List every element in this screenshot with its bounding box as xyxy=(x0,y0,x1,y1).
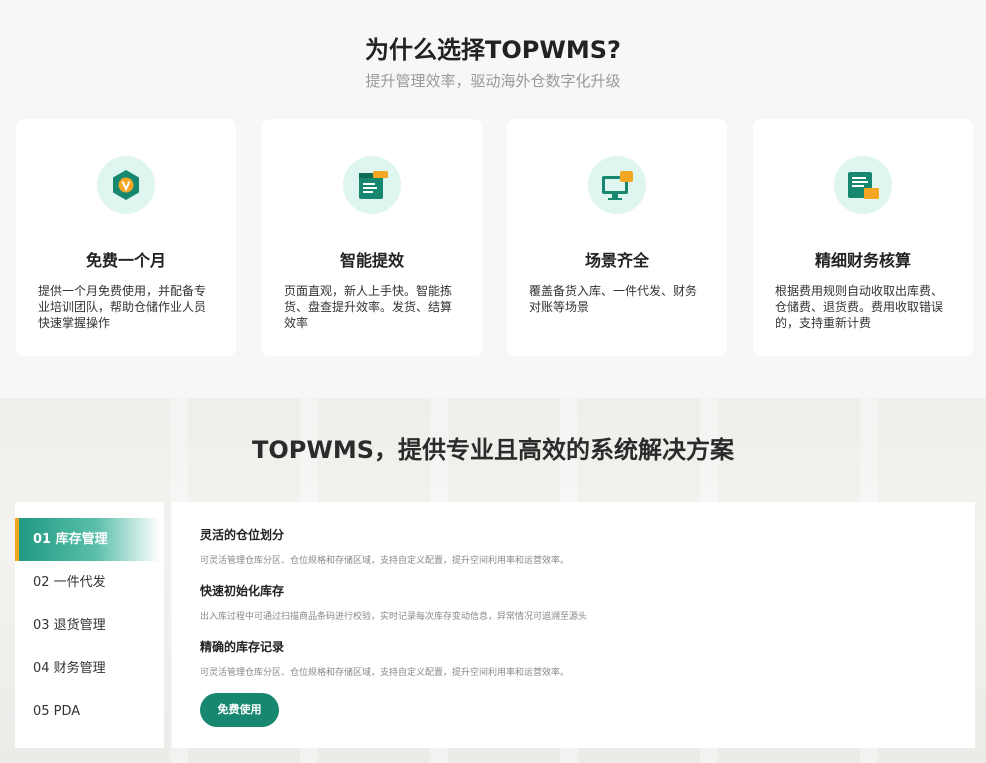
why-choose-section: 为什么选择TOPWMS? 提升管理效率，驱动海外仓数字化升级 免费一个月 提供一… xyxy=(0,0,986,398)
solution-panel: 灵活的仓位划分 可灵活管理仓库分区、仓位规格和存储区域，支持自定义配置，提升空间… xyxy=(172,502,975,748)
card-desc: 根据费用规则自动收取出库费、仓储费、退货费。费用收取错误的，支持重新计费 xyxy=(775,284,944,330)
feature-card-free-month: 免费一个月 提供一个月免费使用，并配备专业培训团队，帮助仓储作业人员快速掌握操作 xyxy=(16,119,236,356)
feature-desc: 可灵活管理仓库分区、仓位规格和存储区域，支持自定义配置，提升空间利用率和运营效率… xyxy=(200,668,570,678)
tab-pda[interactable]: 05 PDA xyxy=(15,690,164,733)
card-title: 场景齐全 xyxy=(584,251,649,270)
feature-title: 灵活的仓位划分 xyxy=(200,528,285,542)
tab-inventory-management[interactable]: 01 库存管理 xyxy=(15,518,160,561)
tab-returns-management[interactable]: 03 退货管理 xyxy=(15,604,164,647)
feature-title: 快速初始化库存 xyxy=(200,584,285,598)
solution-title: TOPWMS，提供专业且高效的系统解决方案 xyxy=(251,436,734,464)
card-title: 智能提效 xyxy=(339,251,404,270)
v-badge-icon xyxy=(97,156,155,214)
why-title: 为什么选择TOPWMS? xyxy=(365,36,621,64)
feature-desc: 出入库过程中可通过扫描商品条码进行校验，实时记录每次库存变动信息，异常情况可追溯… xyxy=(200,612,588,622)
feature-title: 精确的库存记录 xyxy=(200,640,285,654)
card-desc: 提供一个月免费使用，并配备专业培训团队，帮助仓储作业人员快速掌握操作 xyxy=(38,284,207,330)
tab-finance-management[interactable]: 04 财务管理 xyxy=(15,647,164,690)
feature-card-finance: 精细财务核算 根据费用规则自动收取出库费、仓储费、退货费。费用收取错误的，支持重… xyxy=(753,119,973,356)
tab-dropshipping[interactable]: 02 一件代发 xyxy=(15,561,164,604)
why-subtitle: 提升管理效率，驱动海外仓数字化升级 xyxy=(365,72,621,90)
finance-document-icon xyxy=(834,156,892,214)
feature-desc: 可灵活管理仓库分区、仓位规格和存储区域，支持自定义配置，提升空间利用率和运营效率… xyxy=(200,556,570,566)
solution-tabs: 01 库存管理 02 一件代发 03 退货管理 04 财务管理 05 PDA xyxy=(15,502,164,748)
card-title: 免费一个月 xyxy=(85,251,166,270)
feature-card-full-scenarios: 场景齐全 覆盖备货入库、一件代发、财务对账等场景 xyxy=(507,119,727,356)
browser-window-icon xyxy=(343,156,401,214)
card-title: 精细财务核算 xyxy=(814,251,911,270)
monitor-icon xyxy=(588,156,646,214)
feature-card-smart-efficiency: 智能提效 页面直观，新人上手快。智能拣货、盘查提升效率。发货、结算效率 xyxy=(262,119,482,356)
solution-section: TOPWMS，提供专业且高效的系统解决方案 01 库存管理 02 一件代发 03… xyxy=(0,398,986,763)
card-desc: 页面直观，新人上手快。智能拣货、盘查提升效率。发货、结算效率 xyxy=(284,284,453,330)
card-desc: 覆盖备货入库、一件代发、财务对账等场景 xyxy=(529,284,698,314)
free-trial-button[interactable]: 免费使用 xyxy=(200,693,279,727)
